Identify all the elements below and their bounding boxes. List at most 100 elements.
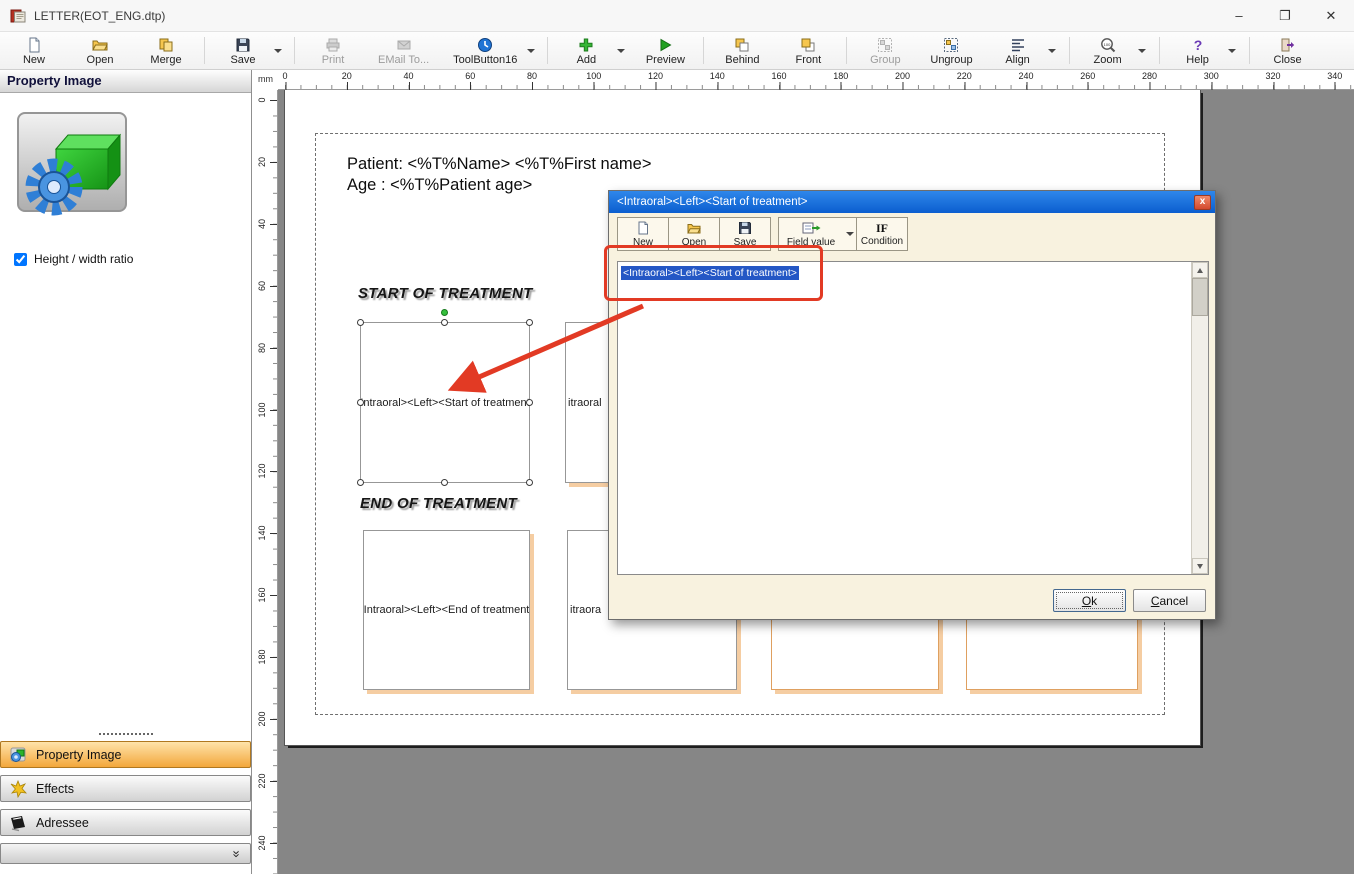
scroll-up-button[interactable] — [1192, 262, 1208, 278]
toolbar-separator — [204, 37, 205, 64]
help-dropdown[interactable] — [1226, 33, 1239, 68]
patient-line: Patient: <%T%Name> <%T%First name> — [347, 154, 651, 175]
exit-door-icon — [1280, 36, 1296, 53]
sidebar-item-property-image[interactable]: Property Image — [0, 741, 251, 768]
h-ruler-tick: 280 — [1142, 71, 1157, 89]
v-ruler-tick-mark — [270, 781, 277, 782]
merge-icon — [158, 36, 174, 53]
play-icon — [657, 36, 673, 53]
open-button[interactable]: Open — [72, 33, 128, 68]
panel-body — [0, 266, 251, 733]
open-folder-icon — [687, 221, 701, 236]
bring-front-icon — [800, 36, 816, 53]
resize-handle[interactable] — [441, 479, 448, 486]
h-ruler-tick: 260 — [1080, 71, 1095, 89]
h-ruler-tick: 60 — [465, 71, 475, 89]
ungroup-button[interactable]: Ungroup — [923, 33, 979, 68]
v-ruler-tick: 240 — [256, 833, 268, 853]
dialog-title: <Intraoral><Left><Start of treatment> — [617, 196, 808, 208]
align-dropdown[interactable] — [1046, 33, 1059, 68]
question-mark-icon: ? — [1190, 36, 1206, 53]
save-icon — [235, 36, 251, 53]
property-image-icon — [9, 746, 27, 764]
minimize-button[interactable]: – — [1216, 0, 1262, 31]
v-ruler-tick-mark — [270, 843, 277, 844]
new-button[interactable]: New — [6, 33, 62, 68]
h-ruler-tick: 220 — [957, 71, 972, 89]
field-text-editor[interactable]: <Intraoral><Left><Start of treatment> — [617, 261, 1209, 575]
behind-button[interactable]: Behind — [714, 33, 770, 68]
v-ruler-tick: 200 — [256, 709, 268, 729]
toolbar-separator — [846, 37, 847, 64]
field-value-dropdown[interactable] — [843, 217, 857, 251]
scrollbar-thumb[interactable] — [1192, 278, 1208, 316]
window-title: LETTER(EOT_ENG.dtp) — [34, 9, 165, 23]
plus-icon — [578, 36, 594, 53]
if-condition-button[interactable]: IF Condition — [856, 217, 908, 251]
svg-text:?: ? — [1193, 37, 1202, 53]
app-icon — [10, 8, 26, 24]
help-button[interactable]: ? Help — [1170, 33, 1226, 68]
chevron-down-icon — [1048, 49, 1056, 53]
h-ruler-tick: 20 — [342, 71, 352, 89]
end-of-treatment-heading[interactable]: END OF TREATMENT — [360, 495, 517, 512]
h-ruler-tick: 0 — [282, 71, 287, 89]
toolbutton16-dropdown[interactable] — [524, 33, 537, 68]
save-dropdown[interactable] — [271, 33, 284, 68]
toolbar-separator — [1249, 37, 1250, 64]
zoom-dropdown[interactable] — [1136, 33, 1149, 68]
v-ruler-tick-mark — [270, 657, 277, 658]
resize-handle[interactable] — [526, 479, 533, 486]
v-ruler-tick: 0 — [256, 90, 268, 110]
open-folder-icon — [92, 36, 108, 53]
add-dropdown[interactable] — [614, 33, 627, 68]
printer-icon — [325, 36, 341, 53]
front-button[interactable]: Front — [780, 33, 836, 68]
scroll-down-button[interactable] — [1192, 558, 1208, 574]
h-ruler-tick: 200 — [895, 71, 910, 89]
resize-handle[interactable] — [357, 319, 364, 326]
height-width-ratio-checkbox[interactable] — [14, 253, 27, 266]
maximize-button[interactable]: ❐ — [1262, 0, 1308, 31]
close-button[interactable]: Close — [1260, 33, 1316, 68]
resize-handle[interactable] — [357, 399, 364, 406]
vertical-scrollbar[interactable] — [1191, 262, 1208, 574]
chevron-down-icon — [527, 49, 535, 53]
new-document-icon — [26, 36, 42, 53]
preview-button[interactable]: Preview — [637, 33, 693, 68]
annotation-highlight-rect — [604, 245, 823, 301]
panel-splitter-handle[interactable] — [99, 733, 153, 735]
ok-button[interactable]: Ok — [1053, 589, 1126, 612]
merge-field-text[interactable]: Patient: <%T%Name> <%T%First name> Age :… — [347, 154, 651, 196]
v-ruler-tick-mark — [270, 533, 277, 534]
group-button: Group — [857, 33, 913, 68]
field-box-end-left[interactable]: <Intraoral><Left><End of treatment> — [363, 530, 530, 690]
zoom-button[interactable]: 100 Zoom — [1080, 33, 1136, 68]
save-button[interactable]: Save — [215, 33, 271, 68]
dialog-close-button[interactable]: x — [1194, 195, 1211, 210]
merge-button[interactable]: Merge — [138, 33, 194, 68]
blue-circle-icon — [477, 36, 493, 53]
toolbar-separator — [703, 37, 704, 64]
sidebar-item-adressee[interactable]: Adressee — [0, 809, 251, 836]
h-ruler-tick: 340 — [1327, 71, 1342, 89]
toolbar-separator — [294, 37, 295, 64]
add-button[interactable]: Add — [558, 33, 614, 68]
ruler-unit: mm — [252, 70, 278, 90]
dialog-titlebar[interactable]: <Intraoral><Left><Start of treatment> x — [609, 191, 1215, 213]
chevron-down-icon — [846, 232, 854, 236]
h-ruler-tick: 40 — [403, 71, 413, 89]
cancel-button[interactable]: Cancel — [1133, 589, 1206, 612]
window-close-button[interactable]: ✕ — [1308, 0, 1354, 31]
chevron-down-icon — [1138, 49, 1146, 53]
align-button[interactable]: Align — [990, 33, 1046, 68]
ungroup-icon — [943, 36, 959, 53]
magnifier-icon: 100 — [1100, 36, 1116, 53]
panel-title: Property Image — [0, 70, 251, 93]
v-ruler-tick-mark — [270, 286, 277, 287]
sidebar-item-effects[interactable]: Effects — [0, 775, 251, 802]
resize-handle[interactable] — [357, 479, 364, 486]
titlebar[interactable]: LETTER(EOT_ENG.dtp) – ❐ ✕ — [0, 0, 1354, 32]
toolbutton16-button[interactable]: ToolButton16 — [446, 33, 524, 68]
more-panels-bar[interactable]: » — [0, 843, 251, 864]
